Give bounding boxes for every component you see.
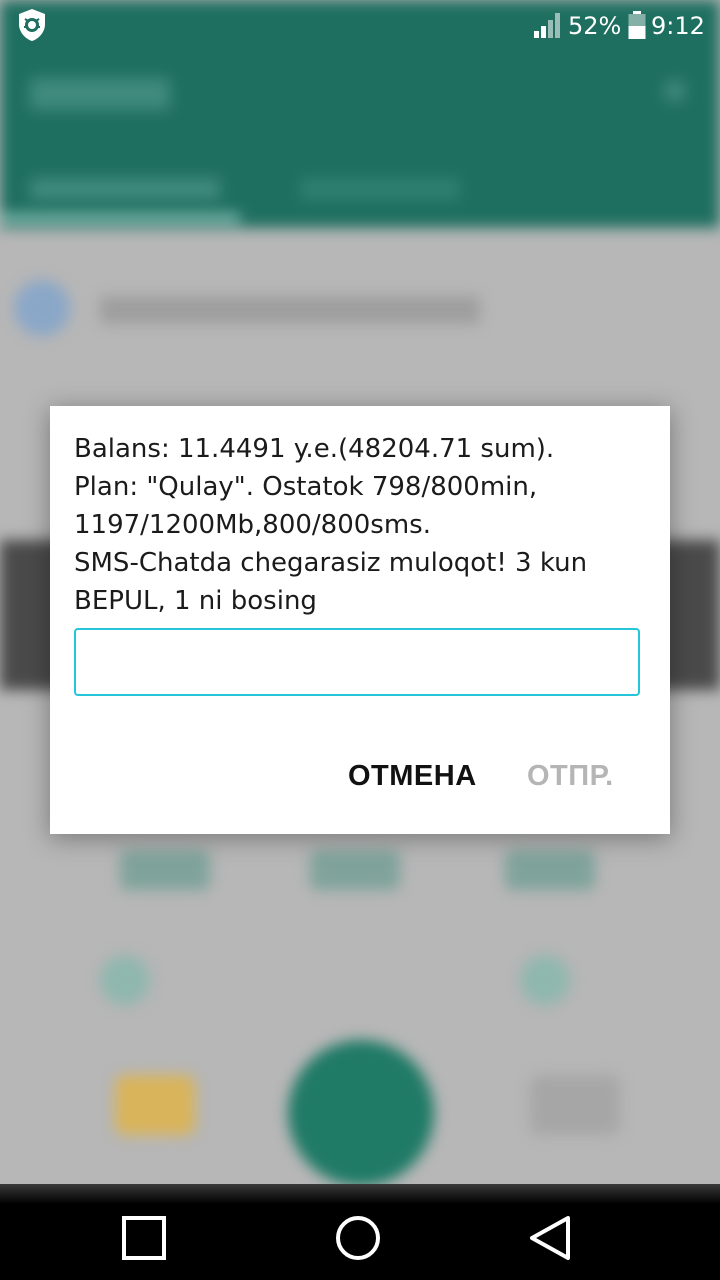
ussd-reply-input[interactable] [74,628,640,696]
background-key [505,850,595,890]
background-key [520,955,570,1005]
navigation-bar [0,1184,720,1280]
square-icon[interactable] [114,1208,174,1268]
background-key [100,955,150,1005]
background-voicemail-button [115,1075,195,1135]
signal-bars-icon [534,13,560,38]
status-bar: 52% 9:12 [0,0,720,50]
send-button[interactable]: ОТПР. [527,758,614,794]
battery-percent: 52% [568,12,622,40]
background-key [310,850,400,890]
background-tab-placeholder [30,178,220,200]
background-call-fab [288,1040,434,1186]
background-more-icon [664,80,686,102]
background-tab-indicator [0,214,240,222]
clock-time: 9:12 [651,12,705,40]
triangle-back-icon[interactable] [520,1208,580,1268]
screen: 52% 9:12 Balans: 11.4491 y.e.(48204.71 s… [0,0,720,1280]
cancel-button[interactable]: ОТМЕНА [348,758,477,794]
background-delete-button [530,1075,620,1135]
background-key [120,850,210,890]
ussd-dialog: Balans: 11.4491 y.e.(48204.71 sum). Plan… [50,406,670,834]
background-text-placeholder [100,296,480,324]
background-avatar [14,280,70,336]
shield-bug-icon [19,9,45,41]
battery-icon [628,11,646,39]
background-tab-placeholder [300,178,460,200]
circle-icon[interactable] [328,1208,388,1268]
background-title-placeholder [30,78,170,110]
ussd-message: Balans: 11.4491 y.e.(48204.71 sum). Plan… [74,434,588,616]
